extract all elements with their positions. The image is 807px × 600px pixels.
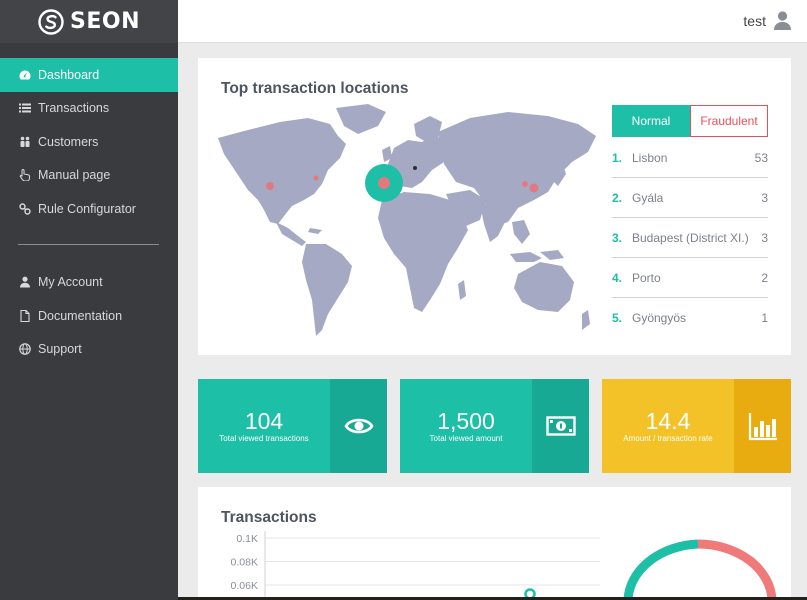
map-marker-japan: [529, 183, 539, 193]
hand-pointer-icon: [18, 169, 31, 182]
list-icon: [18, 102, 31, 115]
sidebar-item-label: Support: [38, 342, 82, 357]
location-rank: 2.: [612, 190, 623, 205]
username: test: [743, 12, 766, 29]
sidebar-item-label: Rule Configurator: [38, 201, 136, 216]
list-item[interactable]: 3. Budapest (District XI.) 3: [612, 218, 768, 258]
seon-logo-icon: [38, 8, 64, 35]
transactions-card: Transactions 0.1K 0.08K 0.06K: [198, 487, 791, 600]
bar-chart-icon: [748, 413, 777, 441]
sidebar-item-dashboard[interactable]: Dashboard: [0, 58, 178, 92]
stat-main: 14.4 Amount / transaction rate: [602, 379, 734, 473]
stat-value: 1,500: [437, 408, 495, 434]
y-tick-label: 0.08K: [231, 557, 258, 569]
sidebar-item-label: My Account: [38, 275, 103, 290]
location-name: Gyöngyös: [632, 311, 687, 325]
dashboard-icon: [18, 68, 31, 81]
eye-icon: [343, 418, 374, 434]
user-menu[interactable]: test: [743, 11, 791, 30]
sidebar: SEON Dashboard Transactions Customers Ma…: [0, 0, 178, 600]
stat-icon-panel: [734, 379, 791, 473]
location-rank: 3.: [612, 230, 623, 245]
users-icon: [18, 135, 31, 148]
y-tick-label: 0.06K: [231, 580, 258, 592]
sidebar-item-label: Customers: [38, 134, 99, 149]
sidebar-item-label: Transactions: [38, 101, 110, 116]
stat-value: 104: [244, 408, 284, 434]
brand-name: SEON: [70, 9, 140, 34]
location-rank: 4.: [612, 270, 623, 285]
location-count: 3: [761, 230, 768, 245]
stat-label: Total viewed transactions: [219, 434, 309, 443]
tab-fraudulent[interactable]: Fraudulent: [690, 105, 768, 137]
donut-segment-fraudulent: [697, 539, 777, 600]
stat-card-amount-rate[interactable]: 14.4 Amount / transaction rate: [602, 379, 791, 473]
sidebar-item-transactions[interactable]: Transactions: [0, 92, 178, 126]
sidebar-item-my-account[interactable]: My Account: [0, 266, 178, 300]
sidebar-item-label: Manual page: [38, 168, 111, 183]
sidebar-item-label: Dashboard: [38, 67, 100, 82]
stat-main: 104 Total viewed transactions: [198, 379, 330, 473]
continents: [218, 104, 596, 336]
list-item[interactable]: 1. Lisbon 53: [612, 138, 768, 178]
location-name: Porto: [632, 270, 661, 285]
world-map[interactable]: [218, 104, 600, 340]
location-name: Budapest (District XI.): [632, 230, 749, 245]
location-count: 2: [761, 270, 768, 285]
list-item[interactable]: 5. Gyöngyös 1: [612, 298, 768, 338]
location-rank: 5.: [612, 311, 623, 325]
top-locations-card: Top transaction locations Normal Fraudul…: [198, 58, 791, 355]
location-rank: 1.: [612, 150, 623, 165]
link-icon: [18, 202, 31, 215]
transactions-chart[interactable]: 0.1K 0.08K 0.06K: [198, 487, 791, 600]
stat-icon-panel: [330, 379, 387, 473]
location-name: Gyála: [632, 190, 664, 205]
money-icon: [545, 416, 576, 436]
sidebar-item-documentation[interactable]: Documentation: [0, 299, 178, 333]
stat-label: Amount / transaction rate: [623, 434, 713, 443]
location-name: Lisbon: [632, 150, 668, 165]
stat-icon-panel: [532, 379, 589, 473]
map-marker-hungary: [413, 166, 417, 170]
top-bar: test: [178, 0, 807, 43]
location-type-tabs: Normal Fraudulent: [612, 105, 768, 137]
sidebar-item-label: Documentation: [38, 308, 123, 323]
donut-segment-normal: [623, 539, 699, 600]
stat-label: Total viewed amount: [429, 434, 503, 443]
stat-main: 1,500 Total viewed amount: [400, 379, 532, 473]
logo[interactable]: SEON: [0, 0, 178, 43]
sidebar-item-rule-configurator[interactable]: Rule Configurator: [0, 192, 178, 226]
sidebar-item-manual-page[interactable]: Manual page: [0, 159, 178, 193]
stat-card-viewed-amount[interactable]: 1,500 Total viewed amount: [400, 379, 589, 473]
user-avatar-icon: [774, 11, 791, 30]
donut-chart: [623, 539, 777, 600]
map-marker-lisbon: [378, 177, 390, 189]
sidebar-item-customers[interactable]: Customers: [0, 125, 178, 159]
list-item[interactable]: 2. Gyála 3: [612, 178, 768, 218]
location-count: 53: [754, 150, 768, 165]
map-marker-west-us: [266, 182, 274, 190]
map-marker-east-us: [313, 175, 319, 181]
location-count: 3: [761, 190, 768, 205]
chart-grid: 0.1K 0.08K 0.06K: [231, 531, 600, 600]
tab-normal[interactable]: Normal: [612, 105, 690, 137]
stat-card-viewed-transactions[interactable]: 104 Total viewed transactions: [198, 379, 387, 473]
card-title: Top transaction locations: [221, 80, 409, 97]
user-icon: [18, 276, 31, 289]
main-nav: Dashboard Transactions Customers Manual …: [0, 58, 178, 366]
map-marker-china: [522, 181, 528, 187]
file-icon: [18, 309, 31, 322]
stat-value: 14.4: [645, 408, 691, 434]
nav-divider: [18, 243, 159, 245]
location-list: 1. Lisbon 53 2. Gyála 3 3. Budapest (Dis…: [612, 138, 768, 338]
sidebar-item-support[interactable]: Support: [0, 333, 178, 367]
y-tick-label: 0.1K: [236, 533, 258, 545]
location-count: 1: [761, 311, 768, 325]
list-item[interactable]: 4. Porto 2: [612, 258, 768, 298]
globe-icon: [18, 343, 31, 356]
